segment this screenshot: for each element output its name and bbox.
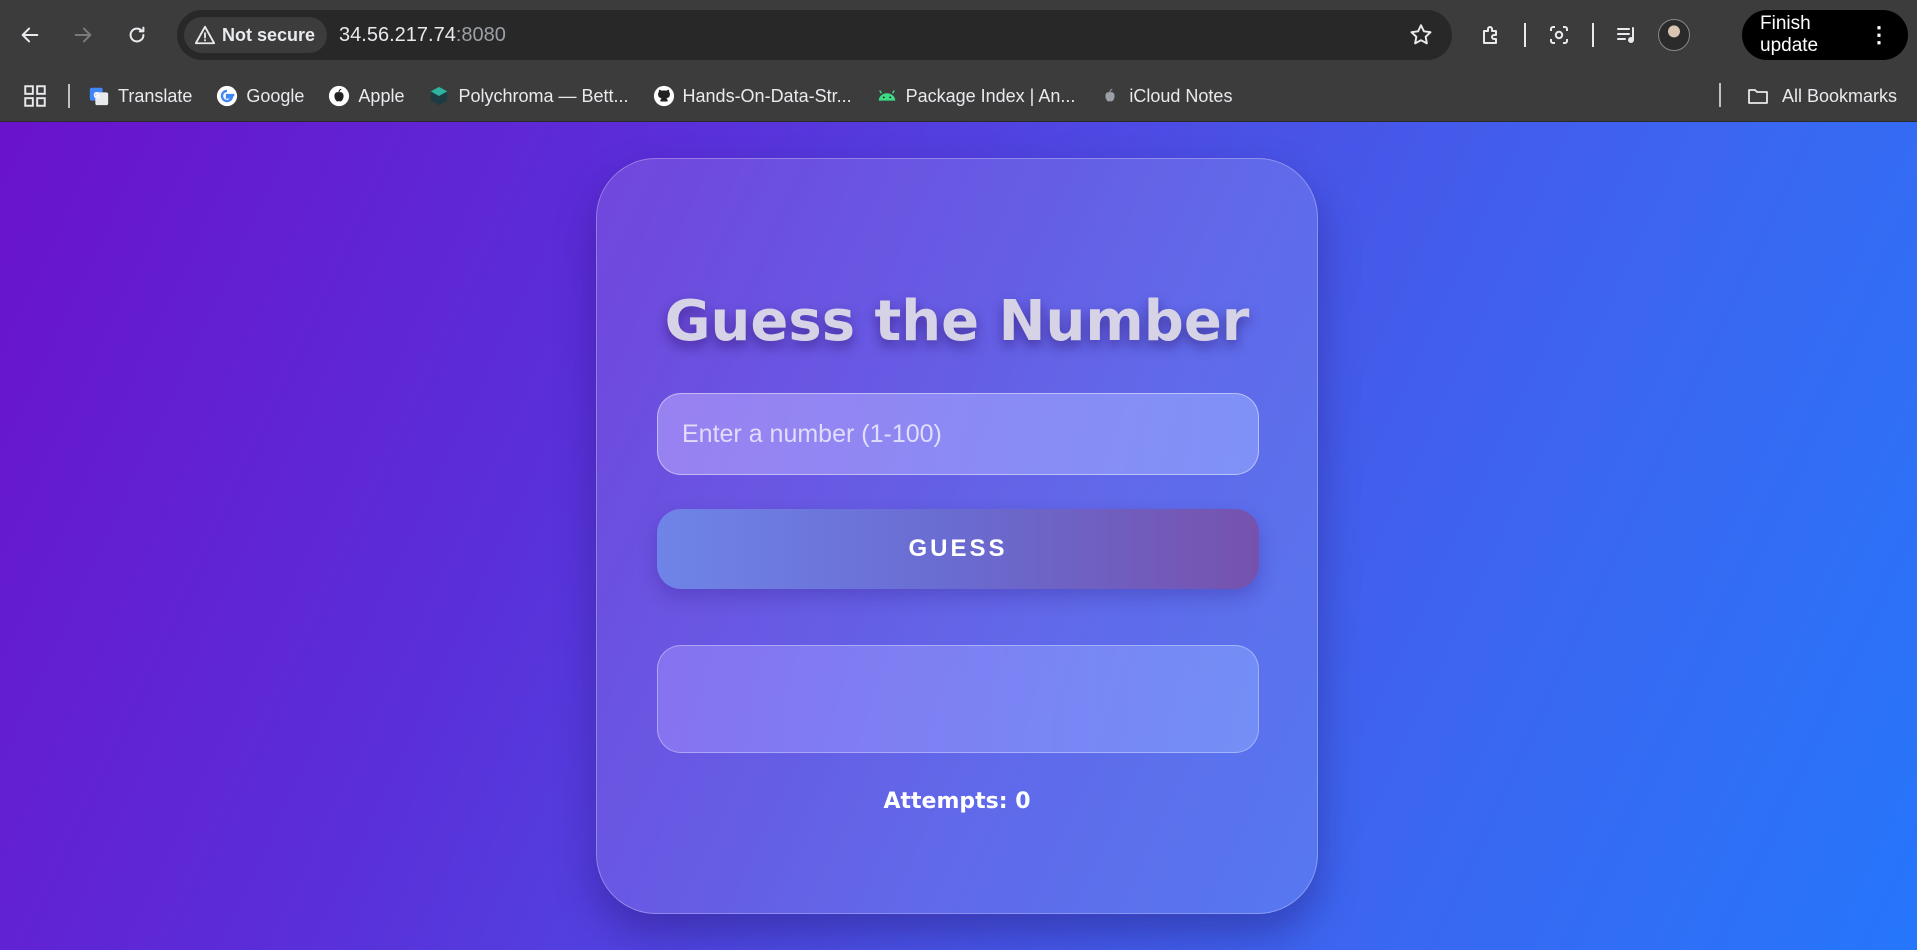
camera-search-icon (1550, 26, 1568, 44)
android-icon (876, 85, 898, 107)
profile-avatar[interactable] (1658, 19, 1690, 51)
back-button[interactable] (12, 17, 48, 53)
media-button[interactable] (1606, 14, 1648, 56)
puzzle-icon (1483, 26, 1497, 44)
bookmark-translate[interactable]: G Translate (88, 85, 192, 107)
all-bookmarks-button[interactable]: All Bookmarks (1746, 84, 1897, 108)
page-title: Guess the Number (664, 289, 1250, 354)
url-port: :8080 (455, 23, 506, 46)
reload-icon (129, 26, 145, 43)
toolbar-divider (1592, 23, 1594, 47)
extensions-button[interactable] (1470, 14, 1512, 56)
bookmark-label: iCloud Notes (1129, 85, 1233, 106)
url-host: 34.56.217.74 (339, 23, 456, 46)
page-viewport: Guess the Number GUESS Attempts: 0 (0, 122, 1917, 950)
apple-icon (1099, 85, 1121, 107)
guess-button[interactable]: GUESS (657, 509, 1259, 589)
result-message (657, 645, 1259, 753)
translate-icon: G (88, 85, 110, 107)
bookmark-polychroma[interactable]: Polychroma — Bett... (428, 85, 629, 107)
bookmark-google[interactable]: Google (216, 85, 304, 107)
folder-icon (1748, 89, 1768, 104)
toolbar-actions (1470, 14, 1704, 56)
attempts-counter: Attempts: 0 (883, 789, 1031, 814)
bookmark-star-icon[interactable] (1408, 22, 1434, 48)
warning-icon (194, 25, 216, 45)
forward-button[interactable] (65, 17, 101, 53)
finish-update-button[interactable]: Finish update ⋮ (1742, 10, 1908, 60)
lens-button[interactable] (1538, 14, 1580, 56)
url-text[interactable]: 34.56.217.74:8080 (339, 24, 506, 47)
more-menu-icon: ⋮ (1868, 22, 1890, 47)
bookmark-label: Package Index | An... (905, 85, 1076, 106)
apple-icon (328, 85, 350, 107)
bookmark-hands-on-data[interactable]: Hands-On-Data-Str... (653, 85, 852, 107)
security-label: Not secure (222, 24, 316, 45)
number-input[interactable] (657, 393, 1259, 475)
playlist-music-icon (1617, 27, 1634, 43)
bookmark-label: Apple (358, 85, 405, 106)
github-icon (653, 85, 675, 107)
all-bookmarks-label: All Bookmarks (1781, 85, 1897, 106)
bookmark-apple[interactable]: Apple (328, 85, 404, 107)
browser-toolbar: Not secure 34.56.217.74:8080 Finish upda… (0, 0, 1917, 71)
bookmark-icloud-notes[interactable]: iCloud Notes (1099, 85, 1232, 107)
arrow-left-icon (21, 27, 39, 43)
google-icon (216, 85, 238, 107)
finish-update-label: Finish update (1760, 13, 1819, 56)
security-indicator[interactable]: Not secure (184, 17, 328, 53)
bookmarks-divider (1719, 83, 1721, 107)
polychroma-icon (428, 85, 450, 107)
bookmark-label: Google (246, 85, 305, 106)
bookmark-label: Polychroma — Bett... (458, 85, 629, 106)
bookmark-package-index[interactable]: Package Index | An... (876, 85, 1076, 107)
bookmark-label: Hands-On-Data-Str... (682, 85, 852, 106)
bookmarks-divider (68, 84, 70, 108)
arrow-right-icon (74, 27, 92, 43)
toolbar-divider (1524, 23, 1526, 47)
svg-text:G: G (94, 91, 100, 100)
bookmark-label: Translate (118, 85, 193, 106)
apps-grid-icon[interactable] (22, 83, 48, 109)
reload-button[interactable] (119, 17, 155, 53)
bookmarks-bar: G Translate Google Apple Polychroma — Be… (0, 71, 1917, 122)
game-card: Guess the Number GUESS Attempts: 0 (596, 158, 1318, 914)
address-bar[interactable]: Not secure 34.56.217.74:8080 (177, 10, 1452, 60)
